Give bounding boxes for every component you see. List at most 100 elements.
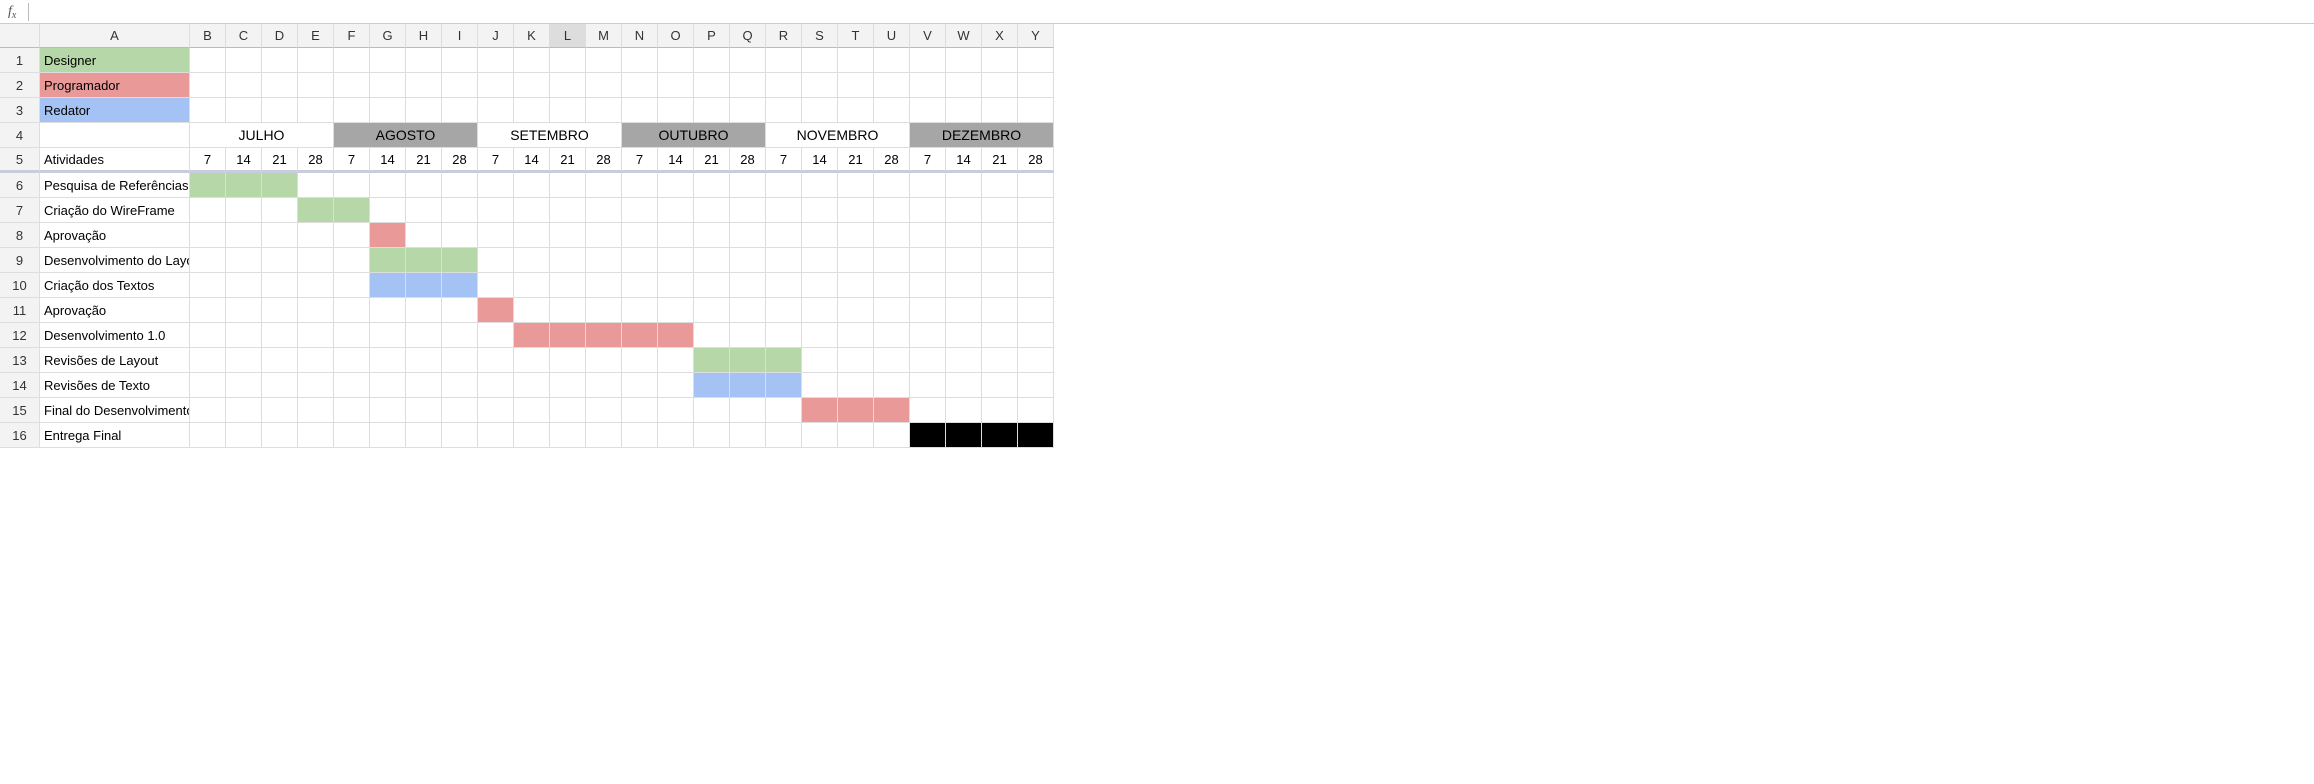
cell[interactable] [40,123,190,148]
cell[interactable] [406,73,442,98]
cell[interactable] [478,348,514,373]
row-header[interactable]: 9 [0,248,40,273]
cell[interactable] [802,323,838,348]
cell[interactable] [658,73,694,98]
cell[interactable] [802,423,838,448]
cell[interactable] [406,173,442,198]
cell[interactable] [478,323,514,348]
cell[interactable] [514,98,550,123]
cell[interactable] [1018,248,1054,273]
month-header[interactable]: OUTUBRO [622,123,766,148]
cell[interactable] [334,273,370,298]
cell[interactable] [298,273,334,298]
week-header[interactable]: 28 [442,148,478,173]
activity-name[interactable]: Aprovação [40,298,190,323]
cell[interactable] [874,98,910,123]
cell[interactable] [982,248,1018,273]
cell[interactable] [514,348,550,373]
col-header[interactable]: P [694,24,730,48]
cell[interactable] [694,248,730,273]
cell[interactable] [550,348,586,373]
activity-name[interactable]: Criação dos Textos [40,273,190,298]
cell[interactable] [406,98,442,123]
cell[interactable] [766,423,802,448]
cell[interactable] [802,273,838,298]
activity-name[interactable]: Revisões de Layout [40,348,190,373]
cell[interactable] [910,323,946,348]
cell[interactable] [874,73,910,98]
cell[interactable] [550,273,586,298]
cell[interactable] [190,298,226,323]
cell[interactable] [982,323,1018,348]
cell[interactable] [478,398,514,423]
cell[interactable] [478,73,514,98]
col-header[interactable]: C [226,24,262,48]
cell[interactable] [298,348,334,373]
cell[interactable] [730,198,766,223]
cell[interactable] [334,298,370,323]
cell[interactable] [226,273,262,298]
cell[interactable] [586,98,622,123]
cell[interactable] [802,223,838,248]
week-header[interactable]: 7 [622,148,658,173]
cell[interactable] [694,298,730,323]
cell[interactable] [406,298,442,323]
cell[interactable] [622,373,658,398]
cell[interactable] [550,373,586,398]
cell[interactable] [982,423,1018,448]
week-header[interactable]: 7 [766,148,802,173]
cell[interactable] [550,98,586,123]
col-header[interactable]: A [40,24,190,48]
cell[interactable] [802,248,838,273]
cell[interactable] [478,98,514,123]
cell[interactable] [622,73,658,98]
cell[interactable] [982,373,1018,398]
cell[interactable] [694,348,730,373]
cell[interactable] [946,198,982,223]
month-header[interactable]: SETEMBRO [478,123,622,148]
cell[interactable] [442,98,478,123]
cell[interactable] [766,48,802,73]
cell[interactable] [874,273,910,298]
cell[interactable] [262,398,298,423]
cell[interactable] [262,173,298,198]
cell[interactable] [874,298,910,323]
cell[interactable] [190,98,226,123]
row-header[interactable]: 8 [0,223,40,248]
cell[interactable] [910,248,946,273]
cell[interactable] [514,273,550,298]
week-header[interactable]: 28 [1018,148,1054,173]
cell[interactable] [622,173,658,198]
legend-designer[interactable]: Designer [40,48,190,73]
cell[interactable] [622,198,658,223]
cell[interactable] [766,98,802,123]
cell[interactable] [946,323,982,348]
cell[interactable] [658,398,694,423]
cell[interactable] [478,298,514,323]
month-header[interactable]: AGOSTO [334,123,478,148]
cell[interactable] [802,298,838,323]
cell[interactable] [1018,48,1054,73]
cell[interactable] [262,423,298,448]
cell[interactable] [874,373,910,398]
cell[interactable] [478,223,514,248]
cell[interactable] [838,48,874,73]
cell[interactable] [298,48,334,73]
cell[interactable] [838,373,874,398]
cell[interactable] [334,173,370,198]
cell[interactable] [190,173,226,198]
cell[interactable] [766,73,802,98]
cell[interactable] [730,423,766,448]
cell[interactable] [910,223,946,248]
cell[interactable] [658,348,694,373]
cell[interactable] [658,198,694,223]
cell[interactable] [406,223,442,248]
cell[interactable] [946,73,982,98]
col-header[interactable]: R [766,24,802,48]
cell[interactable] [838,298,874,323]
cell[interactable] [874,223,910,248]
row-header[interactable]: 7 [0,198,40,223]
cell[interactable] [622,348,658,373]
cell[interactable] [802,198,838,223]
col-header[interactable]: H [406,24,442,48]
